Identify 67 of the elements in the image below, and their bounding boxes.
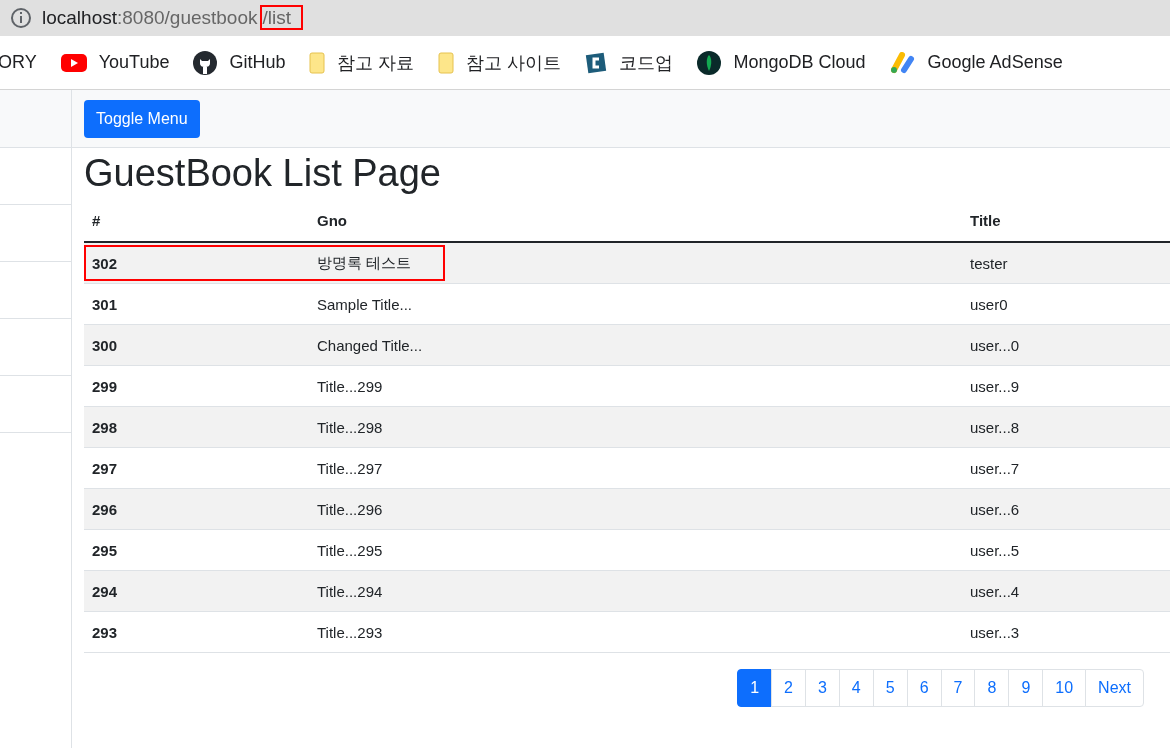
bookmark[interactable]: MongoDB Cloud — [697, 50, 866, 75]
bookmark[interactable]: 코드업 — [585, 50, 674, 75]
table-cell-text: 296 — [91, 500, 119, 518]
table-cell-text: user...8 — [969, 418, 1021, 436]
folder-icon — [309, 51, 326, 74]
table-cell-text: 294 — [91, 582, 119, 600]
page-link[interactable]: 8 — [974, 669, 1010, 707]
table-cell-text: 302 — [91, 254, 119, 272]
table-cell-text: 297 — [91, 459, 119, 477]
cat-silhouette-icon — [193, 50, 218, 75]
video-play-icon — [60, 53, 87, 72]
url-text[interactable]: localhost:8080/guestbook /list — [42, 7, 303, 29]
table-cell-text: user0 — [969, 295, 1009, 313]
table-cell-text: Title...299 — [316, 377, 384, 395]
table-cell-text: 298 — [91, 418, 119, 436]
table-cell-text: tester — [969, 254, 1009, 272]
toggle-menu-button[interactable]: Toggle Menu — [84, 99, 200, 138]
column-header: # — [91, 211, 102, 229]
adsense-logo-icon — [889, 51, 916, 74]
table-cell-text: 301 — [91, 295, 119, 313]
column-header: Gno — [316, 211, 348, 229]
bookmark[interactable]: GitHub — [193, 50, 286, 75]
table-cell-text: Title...295 — [316, 541, 384, 559]
highlighted-url-part: /list — [259, 5, 303, 30]
table-cell-text: 300 — [91, 336, 119, 354]
column-header: Title — [969, 211, 1002, 229]
table-cell-text: user...6 — [969, 500, 1021, 518]
page-link[interactable]: 5 — [872, 669, 908, 707]
page-link[interactable]: 6 — [906, 669, 942, 707]
table-cell-text: Title...296 — [316, 500, 384, 518]
page-link[interactable]: 9 — [1008, 669, 1044, 707]
table-cell-text: 방명록 테스트 — [316, 253, 413, 273]
bookmark[interactable]: Google AdSense — [889, 51, 1063, 74]
bookmark[interactable]: 참고 사이트 — [438, 50, 562, 75]
table-cell-text: Sample Title... — [316, 295, 414, 313]
table-cell-text: user...5 — [969, 541, 1021, 559]
table-cell-text: user...7 — [969, 459, 1021, 477]
table-cell-text: Changed Title... — [316, 336, 424, 354]
table-row[interactable]: 298 Title...298 user...8 — [84, 407, 1170, 448]
letter-c-logo-icon — [585, 51, 608, 74]
table-row[interactable]: 302 방명록 테스트 tester — [84, 243, 1170, 284]
table-cell-text: user...3 — [969, 623, 1021, 641]
folder-icon — [438, 51, 455, 74]
bookmark[interactable]: 참고 자료 — [309, 50, 415, 75]
table-cell-text: 299 — [91, 377, 119, 395]
page-link[interactable]: 4 — [838, 669, 874, 707]
table-cell-text: user...4 — [969, 582, 1021, 600]
table-cell-text: user...0 — [969, 336, 1021, 354]
table-cell-text: Title...297 — [316, 459, 384, 477]
page-title: GuestBook List Page — [84, 152, 442, 195]
page-link[interactable]: 2 — [771, 669, 806, 707]
table-row[interactable]: 296 Title...296 user...6 — [84, 489, 1170, 530]
table-cell-text: Title...294 — [316, 582, 384, 600]
bookmark[interactable]: YouTube — [60, 52, 170, 73]
table-cell-text: 293 — [91, 623, 119, 641]
table-cell-text: 295 — [91, 541, 119, 559]
table-cell-text: Title...298 — [316, 418, 384, 436]
table-cell-text: Title...293 — [316, 623, 384, 641]
page-link[interactable]: 3 — [804, 669, 840, 707]
table-row[interactable]: 300 Changed Title... user...0 — [84, 325, 1170, 366]
page-link[interactable]: 10 — [1042, 669, 1087, 707]
page-link[interactable]: 1 — [737, 669, 773, 707]
leaf-logo-icon — [697, 50, 722, 75]
page-link[interactable]: Next — [1085, 669, 1144, 707]
info-icon[interactable] — [10, 7, 32, 29]
table-cell-text: user...9 — [969, 377, 1021, 395]
table-row[interactable]: 294 Title...294 user...4 — [84, 571, 1170, 612]
